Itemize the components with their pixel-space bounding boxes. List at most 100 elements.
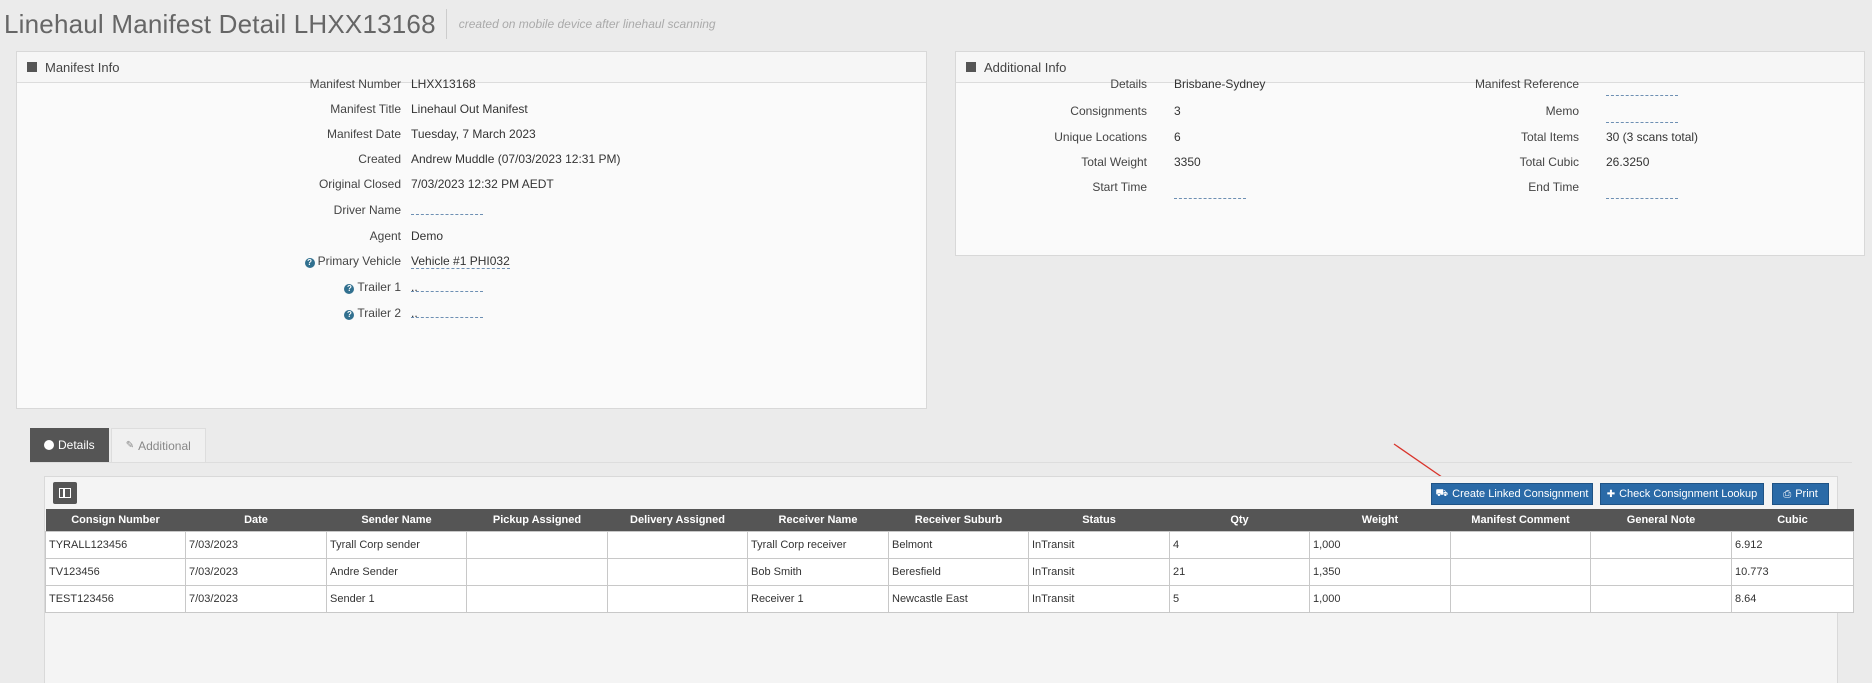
table-cell: 6.912 xyxy=(1731,530,1854,559)
table-cell xyxy=(1450,530,1591,559)
field-value[interactable] xyxy=(1606,173,1678,202)
check-consignment-lookup-button[interactable]: ✚ Check Consignment Lookup xyxy=(1600,483,1764,505)
field-value[interactable]: .. xyxy=(411,280,483,294)
column-header[interactable]: Weight xyxy=(1309,509,1451,531)
manifest-field-row: Driver Name xyxy=(17,201,928,219)
field-label-text: Original Closed xyxy=(318,177,401,191)
table-cell xyxy=(466,530,608,559)
column-header[interactable]: General Note xyxy=(1590,509,1732,531)
column-header[interactable]: Consign Number xyxy=(45,509,186,531)
table-cell: TYRALL123456 xyxy=(45,530,186,559)
editable-empty-value[interactable] xyxy=(1606,187,1678,199)
field-value-text: 7/03/2023 12:32 PM AEDT xyxy=(411,177,554,191)
column-header[interactable]: Sender Name xyxy=(326,509,467,531)
column-header[interactable]: Pickup Assigned xyxy=(466,509,608,531)
field-label-text: Created xyxy=(358,152,401,166)
check-lookup-label: Check Consignment Lookup xyxy=(1619,488,1758,500)
panel-square-icon xyxy=(27,62,37,72)
table-cell xyxy=(1590,557,1732,586)
help-icon[interactable]: ? xyxy=(304,258,315,268)
manifest-field-row: Original Closed 7/03/2023 12:32 PM AEDT xyxy=(17,175,928,193)
print-label: Print xyxy=(1795,488,1818,500)
table-cell: InTransit xyxy=(1028,584,1170,613)
field-value: 30 (3 scans total) xyxy=(1606,130,1699,144)
field-value: Linehaul Out Manifest xyxy=(411,102,528,116)
truck-icon: ⛟ xyxy=(1435,487,1449,499)
table-cell: 1,000 xyxy=(1309,584,1451,613)
table-cell xyxy=(466,557,608,586)
field-value[interactable] xyxy=(1606,70,1678,99)
table-row[interactable]: TV123456 7/03/2023 Andre Sender Bob Smith Be… xyxy=(45,557,1854,586)
create-linked-consignment-button[interactable]: ⛟ Create Linked Consignment xyxy=(1431,483,1593,505)
column-header[interactable]: Qty xyxy=(1169,509,1310,531)
field-value[interactable] xyxy=(1606,97,1678,126)
column-header[interactable]: Date xyxy=(185,509,327,531)
field-label-text: Driver Name xyxy=(333,203,401,217)
tab-additional[interactable]: ✎ Additional xyxy=(110,428,206,462)
column-header[interactable]: Cubic xyxy=(1731,509,1854,531)
table-cell: Newcastle East xyxy=(888,584,1029,613)
field-value[interactable]: .. xyxy=(411,306,483,320)
field-label-text: Manifest Title xyxy=(330,102,401,116)
tabs-divider xyxy=(30,462,1852,463)
table-cell: 7/03/2023 xyxy=(185,530,327,559)
field-value: Tuesday, 7 March 2023 xyxy=(411,127,536,141)
additional-field-row: Memo xyxy=(956,102,1866,123)
table-cell: Beresfield xyxy=(888,557,1029,586)
editable-empty-value[interactable] xyxy=(1606,84,1678,96)
help-icon[interactable]: ? xyxy=(344,310,355,320)
table-cell: 4 xyxy=(1169,530,1310,559)
manifest-field-row: Manifest Number LHXX13168 xyxy=(17,75,928,93)
table-cell xyxy=(1450,584,1591,613)
tab-additional-label: Additional xyxy=(138,438,191,453)
table-row[interactable]: TYRALL123456 7/03/2023 Tyrall Corp sender T… xyxy=(45,530,1854,559)
tab-details[interactable]: Details xyxy=(30,428,109,462)
field-label: Created xyxy=(358,152,401,166)
field-label: Agent xyxy=(370,229,401,243)
table-cell: Bob Smith xyxy=(747,557,889,586)
table-cell xyxy=(1590,530,1732,559)
editable-value[interactable]: .. xyxy=(411,280,483,294)
tab-details-label: Details xyxy=(58,438,95,452)
table-cell xyxy=(466,584,608,613)
field-value-text: Tuesday, 7 March 2023 xyxy=(411,127,536,141)
column-header[interactable]: Receiver Name xyxy=(747,509,889,531)
table-row[interactable]: TEST123456 7/03/2023 Sender 1 Receiver 1 New… xyxy=(45,584,1854,613)
editable-value[interactable]: .. xyxy=(411,306,483,320)
table-cell: Tyrall Corp receiver xyxy=(747,530,889,559)
help-icon[interactable]: ? xyxy=(344,284,355,294)
table-cell xyxy=(1590,584,1732,613)
additional-field-row: Total Items 30 (3 scans total) xyxy=(956,128,1866,146)
column-header[interactable]: Delivery Assigned xyxy=(607,509,748,531)
field-value[interactable]: Vehicle #1 PHI032 xyxy=(411,254,510,269)
create-linked-label: Create Linked Consignment xyxy=(1452,488,1589,500)
editable-value[interactable]: Vehicle #1 PHI032 xyxy=(411,254,510,269)
field-value-text: Demo xyxy=(411,229,444,243)
column-header[interactable]: Manifest Comment xyxy=(1450,509,1591,531)
column-chooser-button[interactable] xyxy=(53,482,77,504)
field-label: Manifest Number xyxy=(310,77,401,91)
field-label: Manifest Title xyxy=(330,102,401,116)
manifest-field-row: Created Andrew Muddle (07/03/2023 12:31 P… xyxy=(17,150,928,168)
field-label-text: Trailer 2 xyxy=(357,306,401,320)
field-label: Original Closed xyxy=(319,177,401,191)
field-value-text: Andrew Muddle (07/03/2023 12:31 PM) xyxy=(411,152,621,166)
field-label: Memo xyxy=(1545,104,1579,118)
print-button[interactable]: ⎙ Print xyxy=(1772,483,1829,505)
pencil-icon: ✎ xyxy=(125,440,135,451)
column-header[interactable]: Status xyxy=(1028,509,1170,531)
table-cell: Andre Sender xyxy=(326,557,467,586)
field-value[interactable] xyxy=(411,203,483,218)
table-cell: 10.773 xyxy=(1731,557,1854,586)
table-cell xyxy=(607,530,748,559)
table-cell: Sender 1 xyxy=(326,584,467,613)
driver-name-editable[interactable] xyxy=(411,203,483,215)
manifest-field-row: Agent Demo xyxy=(17,227,928,245)
manifest-field-row: Manifest Title Linehaul Out Manifest xyxy=(17,100,928,118)
column-header[interactable]: Receiver Suburb xyxy=(888,509,1029,531)
table-cell: TEST123456 xyxy=(45,584,186,613)
editable-empty-value[interactable] xyxy=(1606,111,1678,123)
table-cell: 8.64 xyxy=(1731,584,1854,613)
additional-info-panel: Additional Info Details Brisbane-Sydney Co… xyxy=(955,51,1865,256)
table-cell: 7/03/2023 xyxy=(185,584,327,613)
